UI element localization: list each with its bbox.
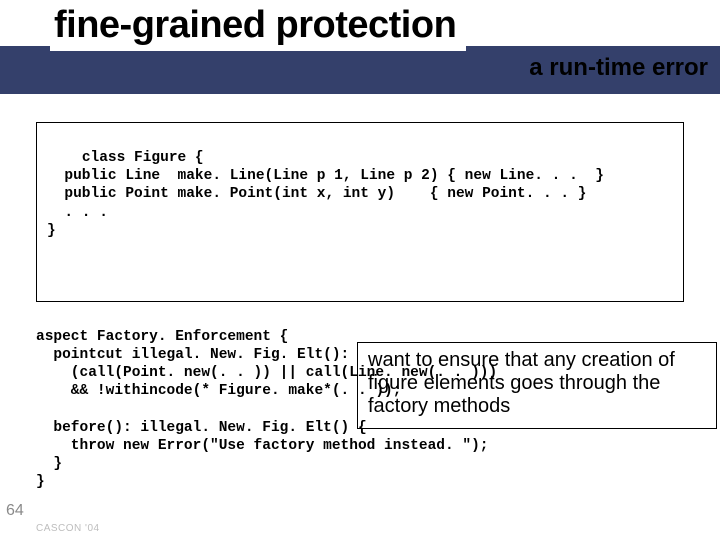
slide-title: fine-grained protection — [50, 0, 466, 51]
page-number: 64 — [6, 502, 24, 520]
code-box-figure-class: class Figure { public Line make. Line(Li… — [36, 122, 684, 302]
footer-text: CASCON '04 — [36, 523, 100, 534]
code-block-aspect: aspect Factory. Enforcement { pointcut i… — [36, 328, 684, 491]
code-text-1: class Figure { public Line make. Line(Li… — [47, 150, 604, 239]
slide-subtitle: a run-time error — [529, 54, 708, 82]
slide: fine-grained protection a run-time error… — [0, 0, 720, 540]
